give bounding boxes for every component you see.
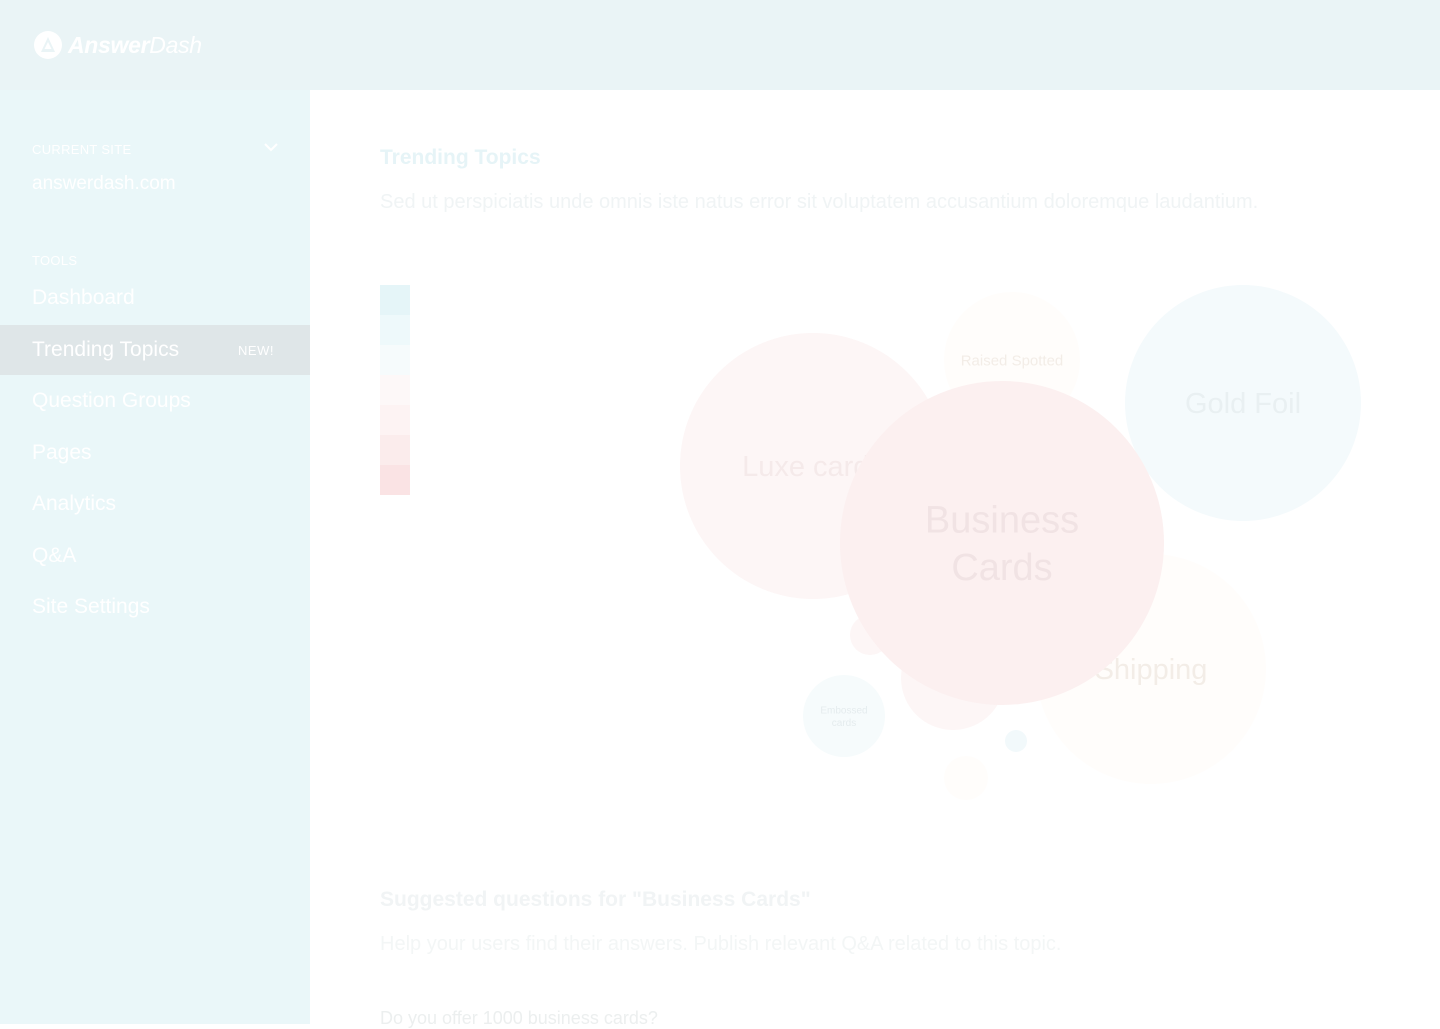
suggested-question-item[interactable]: Do you offer 1000 business cards? xyxy=(380,1008,658,1029)
current-site-label: CURRENT SITE xyxy=(32,142,132,157)
sidebar-item-label: Pages xyxy=(32,441,92,464)
logo-wordmark-light: Dash xyxy=(149,31,202,58)
sidebar-item-analytics[interactable]: Analytics xyxy=(0,479,310,529)
bubble-label: Embossed xyxy=(820,705,867,716)
sidebar-item-label: Question Groups xyxy=(32,389,191,412)
bubble-embossed-cards[interactable]: Embossed cards xyxy=(803,675,885,757)
bubble-circle[interactable] xyxy=(944,756,988,800)
current-site-selector[interactable]: answerdash.com xyxy=(32,173,176,195)
suggested-questions-title: Suggested questions for "Business Cards" xyxy=(380,888,811,911)
tools-section-label: TOOLS xyxy=(32,253,78,268)
sidebar-item-label: Q&A xyxy=(32,544,77,567)
bubble-unlabeled-7[interactable] xyxy=(1005,730,1027,752)
sidebar-item-label: Analytics xyxy=(32,492,117,515)
sidebar-item-question-groups[interactable]: Question Groups xyxy=(0,376,310,426)
bubble-business-cards[interactable]: Business Cards xyxy=(840,381,1164,705)
bubble-circle[interactable] xyxy=(1005,730,1027,752)
bubble-label: cards xyxy=(832,718,856,729)
sidebar-item-dashboard[interactable]: Dashboard xyxy=(0,273,310,323)
new-badge: NEW! xyxy=(238,343,274,358)
bubble-gold-foil[interactable]: Gold Foil xyxy=(1125,285,1361,521)
answerdash-logo-icon xyxy=(34,31,62,59)
sidebar-item-site-settings[interactable]: Site Settings xyxy=(0,582,310,632)
top-header: AnswerDash xyxy=(0,0,1440,90)
bubble-circle[interactable] xyxy=(840,381,1164,705)
answerdash-logo[interactable]: AnswerDash xyxy=(32,28,202,62)
sidebar-item-label: Trending Topics xyxy=(32,338,180,361)
chevron-down-icon[interactable] xyxy=(262,140,280,154)
logo-wordmark-bold: Answer xyxy=(68,31,150,58)
suggested-questions-description: Help your users find their answers. Publ… xyxy=(380,933,1062,955)
sidebar-item-trending-topics[interactable]: Trending Topics NEW! xyxy=(0,325,310,375)
bubble-label: Gold Foil xyxy=(1185,388,1301,420)
bubble-label: Cards xyxy=(951,547,1052,589)
sidebar-item-pages[interactable]: Pages xyxy=(0,428,310,478)
bubble-label: Raised Spotted xyxy=(961,352,1064,369)
main-content: Trending Topics Sed ut perspiciatis unde… xyxy=(310,90,1440,1028)
sidebar-item-label: Site Settings xyxy=(32,595,150,618)
sidebar-item-qa[interactable]: Q&A xyxy=(0,531,310,581)
logo-wordmark: AnswerDash xyxy=(68,32,202,59)
trending-topics-bubble-chart: Luxe cardsRaised SpottedGold FoilShippin… xyxy=(680,285,1361,800)
sidebar: CURRENT SITE answerdash.com TOOLS Dashbo… xyxy=(0,90,310,1024)
sidebar-item-label: Dashboard xyxy=(32,286,135,309)
bubble-unlabeled-8[interactable] xyxy=(944,756,988,800)
bubble-label: Business xyxy=(925,500,1079,542)
